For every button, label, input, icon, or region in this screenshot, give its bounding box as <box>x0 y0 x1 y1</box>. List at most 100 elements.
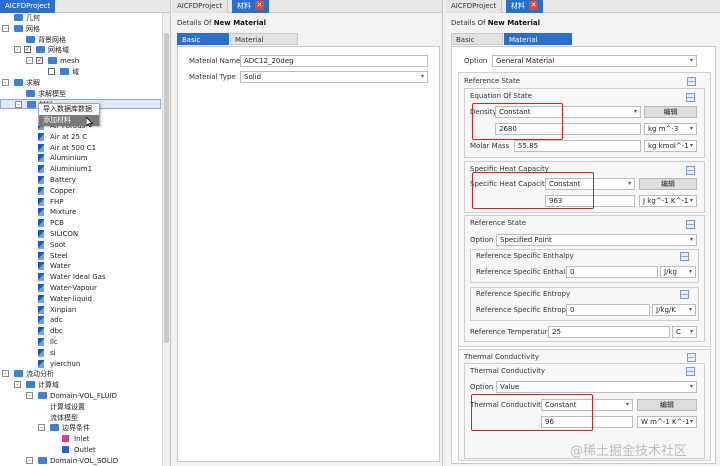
tree-item[interactable]: 几何 <box>0 13 161 23</box>
tree-item[interactable]: - Domain-VOL_FLUID <box>0 391 161 401</box>
expand-toggle-icon[interactable]: - <box>38 424 45 432</box>
tree-item[interactable]: yierchun <box>0 359 161 369</box>
tree-item[interactable]: - 流动分析 <box>0 369 161 379</box>
tree-item[interactable]: PCB <box>0 218 161 228</box>
tree-item[interactable]: - 求解 <box>0 78 161 88</box>
tree-scrollbar-thumb[interactable] <box>164 33 169 343</box>
tree-item[interactable]: - Domain-VOL_SOLID <box>0 456 161 466</box>
enthalpy-input[interactable]: 0 <box>566 266 658 278</box>
tree-scrollbar[interactable] <box>162 13 170 466</box>
collapse-icon[interactable]: — <box>686 166 695 175</box>
collapse-icon[interactable]: — <box>680 290 689 299</box>
close-icon[interactable]: ✕ <box>255 1 264 10</box>
ref-temperature-unit-select[interactable]: C ▾ <box>672 326 697 338</box>
tree-item[interactable]: Battery <box>0 175 161 185</box>
molar-mass-unit-select[interactable]: kg kmol^-1 ▾ <box>644 140 697 152</box>
subtab-material-properties[interactable]: Material Properties <box>504 33 572 56</box>
tc-edit-button[interactable]: 编辑 <box>637 399 697 411</box>
tree-item[interactable]: Steel <box>0 251 161 261</box>
collapse-icon[interactable]: — <box>680 252 689 261</box>
expand-toggle-icon[interactable]: - <box>2 24 9 32</box>
material-icon <box>38 359 44 368</box>
thermal-conductivity-highlight <box>471 394 593 431</box>
menu-item-import-database[interactable]: 导入数据库数据 <box>39 104 99 115</box>
expand-toggle-icon[interactable]: - <box>26 456 33 464</box>
density-highlight <box>472 103 563 140</box>
tree-item[interactable]: Air at 25 C <box>0 132 161 142</box>
tree-item[interactable]: 求解模型 <box>0 89 161 99</box>
tree-item[interactable]: - ✓ mesh <box>0 56 161 66</box>
collapse-icon[interactable]: — <box>687 77 696 86</box>
tab-material[interactable]: 材料 ✕ <box>506 0 543 13</box>
tree-item[interactable]: Xinpian <box>0 305 161 315</box>
tc-option-select[interactable]: Value ▾ <box>496 381 697 393</box>
tab-material[interactable]: 材料 ✕ <box>232 0 269 13</box>
close-icon[interactable]: ✕ <box>529 1 538 10</box>
tree-item[interactable]: Soot <box>0 240 161 250</box>
tab-aicfdproject[interactable]: AICFDProject <box>172 0 229 13</box>
enthalpy-unit-select[interactable]: J/kg ▾ <box>660 266 696 278</box>
tree-item[interactable]: 背景网格 <box>0 35 161 45</box>
folder-icon <box>26 35 35 43</box>
entropy-unit-select[interactable]: J/kg/K ▾ <box>652 304 696 316</box>
tree-item[interactable]: - 网格 <box>0 24 161 34</box>
subtab-basic-setting[interactable]: Basic Setting <box>177 33 229 56</box>
tree-item-label: Aluminium <box>50 154 88 163</box>
expand-toggle-icon[interactable]: - <box>14 46 21 54</box>
shc-unit-select[interactable]: J kg^-1 K^-1 ▾ <box>639 195 697 207</box>
subtab-basic-setting[interactable]: Basic Setting <box>451 33 503 56</box>
shc-edit-button[interactable]: 编辑 <box>639 178 697 190</box>
ref-option-select[interactable]: Specified Point ▾ <box>496 234 697 246</box>
entropy-input[interactable]: 0 <box>566 304 650 316</box>
collapse-icon[interactable]: — <box>686 93 695 102</box>
tree-item[interactable]: Water Ideal Gas <box>0 272 161 282</box>
tree-item[interactable]: adc <box>0 315 161 325</box>
visibility-checkbox[interactable] <box>48 68 55 75</box>
expand-toggle-icon[interactable]: - <box>14 381 21 389</box>
density-unit-select[interactable]: kg m^-3 ▾ <box>644 123 697 135</box>
expand-toggle-icon[interactable]: - <box>2 78 9 86</box>
tree-item[interactable]: 计算域设置 <box>0 402 161 412</box>
expand-toggle-icon[interactable]: - <box>26 57 33 65</box>
collapse-icon[interactable]: — <box>686 367 695 376</box>
ref-temperature-input[interactable]: 25 <box>548 326 670 338</box>
option-select[interactable]: General Material ▾ <box>492 55 697 67</box>
tree-item[interactable]: Air at 500 C1 <box>0 143 161 153</box>
tree-item[interactable]: si <box>0 348 161 358</box>
tree-item[interactable]: Outlet <box>0 445 161 455</box>
tree-item[interactable]: Copper <box>0 186 161 196</box>
tree-item[interactable]: Water-Vapour <box>0 283 161 293</box>
tab-aicfdproject[interactable]: AICFDProject <box>0 0 56 13</box>
tree-item[interactable]: 流体模型 <box>0 413 161 423</box>
tree-item[interactable]: Aluminium <box>0 153 161 163</box>
tree-item[interactable]: Inlet <box>0 434 161 444</box>
tree-item[interactable]: Mixture <box>0 207 161 217</box>
visibility-checkbox[interactable]: ✓ <box>36 57 43 65</box>
tab-aicfdproject[interactable]: AICFDProject <box>446 0 503 13</box>
visibility-checkbox[interactable]: ✓ <box>24 46 31 54</box>
material-name-input[interactable]: ADC12_20deg <box>240 55 428 67</box>
tree-item[interactable]: - 边界条件 <box>0 423 161 433</box>
tc-unit-select[interactable]: W m^-1 K^-1 ▾ <box>637 416 697 428</box>
expand-toggle-icon[interactable]: - <box>2 370 9 378</box>
material-type-select[interactable]: Solid ▾ <box>240 71 428 83</box>
expand-toggle-icon[interactable]: - <box>15 101 22 109</box>
tree-item[interactable]: 域 <box>0 67 161 77</box>
tree-item[interactable]: FHP <box>0 197 161 207</box>
molar-mass-input[interactable]: 55.85 <box>514 140 641 152</box>
tree-item[interactable]: - 计算域 <box>0 380 161 390</box>
tree-item[interactable]: - ✓ 网格域 <box>0 45 161 55</box>
expand-toggle-icon[interactable]: - <box>26 392 33 399</box>
collapse-icon[interactable]: — <box>687 353 696 362</box>
collapse-icon[interactable]: — <box>686 220 695 229</box>
tree-item[interactable]: Water-liquid <box>0 294 161 304</box>
tree-item[interactable]: Aluminium1 <box>0 164 161 174</box>
subtab-material-properties[interactable]: Material Properties <box>230 33 298 56</box>
tree-item[interactable]: SILICON <box>0 229 161 239</box>
material-icon <box>38 338 44 346</box>
tree-item[interactable]: Water <box>0 261 161 271</box>
tree-item[interactable]: dbc <box>0 326 161 336</box>
tree-item[interactable]: llc <box>0 337 161 347</box>
material-icon <box>38 197 44 206</box>
density-edit-button[interactable]: 编辑 <box>644 106 697 118</box>
